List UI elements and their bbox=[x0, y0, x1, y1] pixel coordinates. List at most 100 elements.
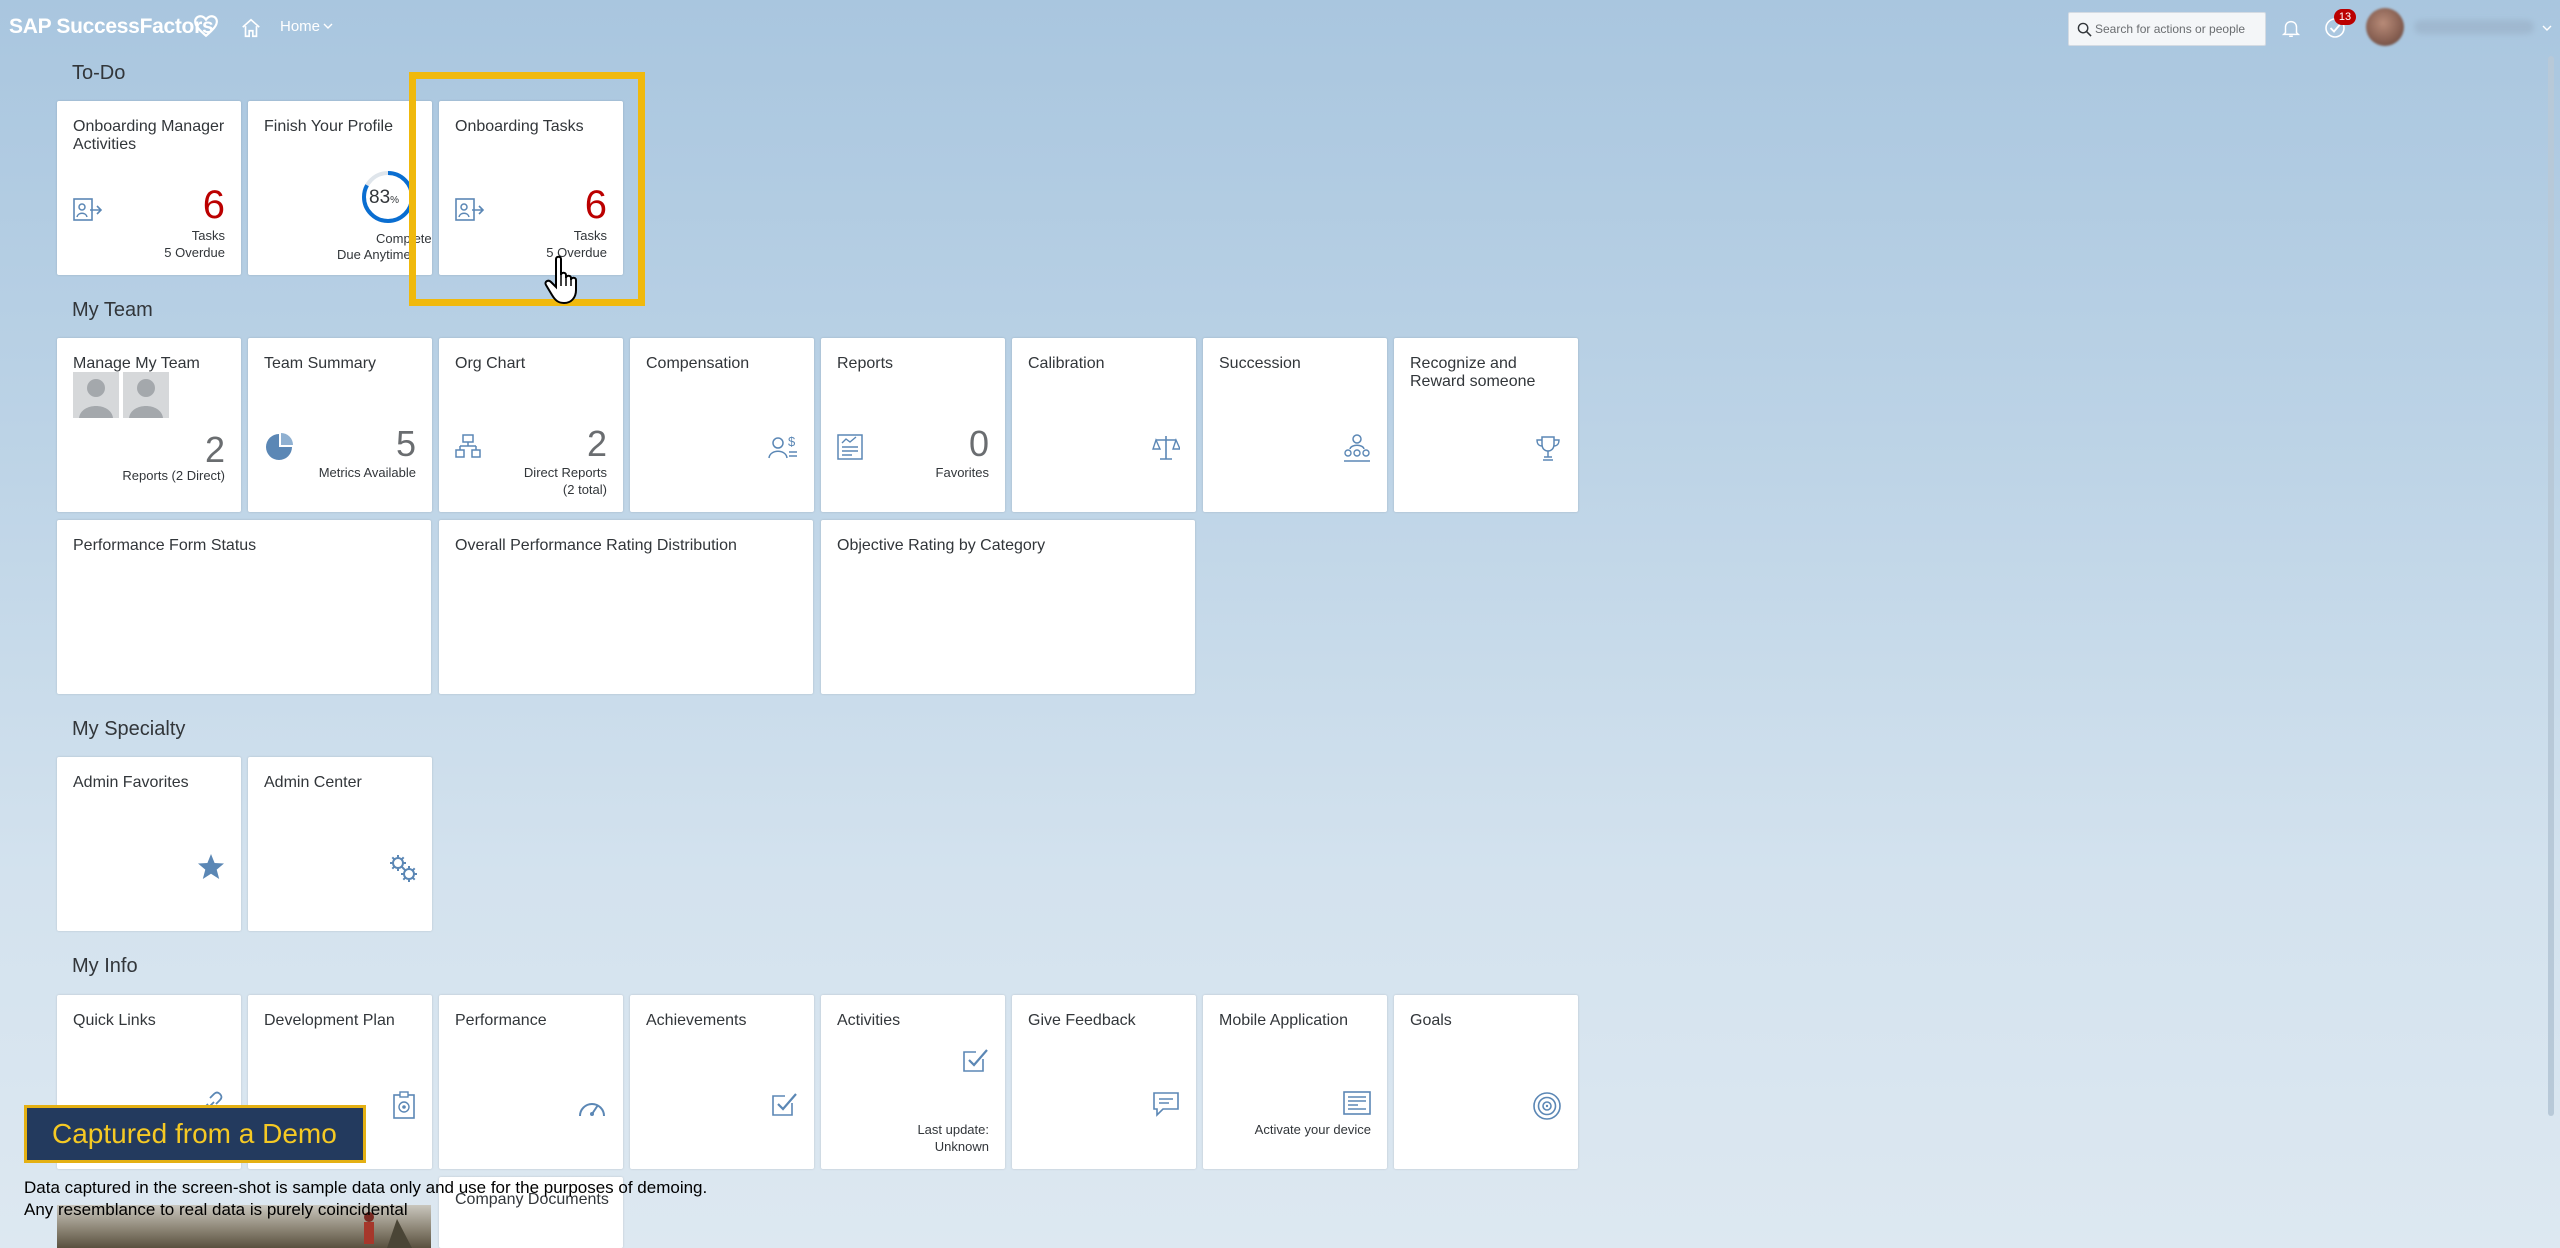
gears-icon bbox=[390, 855, 417, 882]
achievement-check-icon bbox=[772, 1093, 797, 1116]
heart-icon bbox=[194, 15, 218, 38]
tile-activities[interactable]: Activities Last update: Unknown bbox=[821, 995, 1005, 1169]
tile-sub: Metrics Available bbox=[318, 465, 416, 480]
tile-objective-rating-category[interactable]: Objective Rating by Category bbox=[821, 520, 1195, 694]
tile-give-feedback[interactable]: Give Feedback bbox=[1012, 995, 1196, 1169]
report-icon bbox=[837, 434, 863, 460]
org-chart-icon bbox=[455, 434, 481, 458]
team-photos-icon bbox=[73, 372, 169, 418]
tile-calibration[interactable]: Calibration bbox=[1012, 338, 1196, 512]
section-title-my-specialty: My Specialty bbox=[72, 718, 186, 740]
tile-title: Admin Center bbox=[264, 774, 362, 791]
tile-title: Reports bbox=[837, 355, 894, 372]
tile-title: Quick Links bbox=[73, 1012, 156, 1029]
profile-due: Due Anytime bbox=[337, 247, 411, 262]
tile-title: Compensation bbox=[646, 355, 750, 372]
hand-cursor-icon bbox=[544, 255, 577, 305]
person-transfer-icon bbox=[73, 198, 103, 221]
demo-disclaimer: Data captured in the screen-shot is samp… bbox=[24, 1177, 707, 1221]
chevron-down-icon[interactable] bbox=[2542, 24, 2552, 32]
tile-overdue: 5 Overdue bbox=[164, 245, 225, 260]
tile-title: Succession bbox=[1219, 355, 1301, 372]
tile-unit: Tasks bbox=[191, 228, 225, 243]
search-input[interactable] bbox=[2095, 19, 2261, 39]
sap-logo[interactable]: SAP SuccessFactors bbox=[9, 15, 214, 39]
tile-achievements[interactable]: Achievements bbox=[630, 995, 814, 1169]
tile-goals[interactable]: Goals bbox=[1394, 995, 1578, 1169]
highlight-frame bbox=[409, 72, 645, 306]
tile-sub: Last update: bbox=[917, 1122, 989, 1137]
tile-sub: Activate your device bbox=[1254, 1122, 1371, 1137]
tile-title: Performance Form Status bbox=[73, 537, 257, 554]
tile-title: Development Plan bbox=[264, 1012, 395, 1029]
tile-title: Performance bbox=[455, 1012, 547, 1029]
disclaimer-line: Any resemblance to real data is purely c… bbox=[24, 1200, 408, 1219]
trophy-icon bbox=[1536, 436, 1560, 461]
pie-chart-icon bbox=[266, 433, 293, 460]
shell-header: SAP SuccessFactors Home 13 bbox=[0, 0, 2560, 56]
section-title-my-info: My Info bbox=[72, 955, 138, 977]
tile-org-chart[interactable]: Org Chart 2 Direct Reports (2 total) bbox=[439, 338, 623, 512]
clipboard-icon bbox=[393, 1091, 415, 1119]
activity-check-icon bbox=[963, 1049, 988, 1072]
tile-manage-my-team[interactable]: Manage My Team 2 Reports (2 Direct) bbox=[57, 338, 241, 512]
notification-badge: 13 bbox=[2334, 9, 2356, 25]
home-icon[interactable] bbox=[240, 17, 262, 39]
tile-performance[interactable]: Performance bbox=[439, 995, 623, 1169]
tile-mobile-application[interactable]: Mobile Application Activate your device bbox=[1203, 995, 1387, 1169]
tile-title: Finish Your Profile bbox=[264, 118, 393, 135]
tile-admin-center[interactable]: Admin Center bbox=[248, 757, 432, 931]
tile-compensation[interactable]: Compensation $ bbox=[630, 338, 814, 512]
tile-title: Manage My Team bbox=[73, 355, 200, 372]
chevron-down-icon[interactable] bbox=[323, 22, 333, 30]
tile-succession[interactable]: Succession bbox=[1203, 338, 1387, 512]
tile-onboarding-manager-activities[interactable]: Onboarding Manager Activities 6 Tasks 5 … bbox=[57, 101, 241, 275]
scale-icon bbox=[1152, 436, 1180, 460]
tile-count: 6 bbox=[202, 183, 225, 227]
device-icon bbox=[1343, 1091, 1371, 1115]
tile-count: 2 bbox=[204, 429, 225, 470]
tile-sub: Favorites bbox=[935, 465, 989, 480]
user-avatar[interactable] bbox=[2366, 8, 2404, 46]
bell-icon[interactable] bbox=[2280, 16, 2302, 40]
tile-title: Org Chart bbox=[455, 355, 526, 372]
tile-sub: Direct Reports bbox=[523, 465, 607, 480]
profile-percent: 83% bbox=[369, 187, 399, 209]
feedback-icon bbox=[1153, 1092, 1179, 1117]
tile-admin-favorites[interactable]: Admin Favorites bbox=[57, 757, 241, 931]
tile-title: Goals bbox=[1410, 1012, 1452, 1029]
tile-finish-your-profile[interactable]: Finish Your Profile 83% Completed Due An… bbox=[248, 101, 432, 275]
tile-reports[interactable]: Reports 0 Favorites bbox=[821, 338, 1005, 512]
tile-performance-form-status[interactable]: Performance Form Status bbox=[57, 520, 431, 694]
tile-count: 2 bbox=[586, 423, 607, 464]
tile-title: Activities bbox=[837, 1012, 901, 1029]
tile-title: Team Summary bbox=[264, 355, 377, 372]
tile-title: Recognize and Reward someone bbox=[1410, 355, 1536, 390]
scrollbar[interactable] bbox=[2548, 56, 2554, 1116]
tile-recognize-reward[interactable]: Recognize and Reward someone bbox=[1394, 338, 1578, 512]
demo-banner: Captured from a Demo bbox=[24, 1105, 366, 1163]
compensation-icon: $ bbox=[768, 434, 797, 459]
tile-team-summary[interactable]: Team Summary 5 Metrics Available bbox=[248, 338, 432, 512]
tile-title: Achievements bbox=[646, 1012, 747, 1029]
user-name-blurred[interactable] bbox=[2414, 20, 2534, 34]
tile-title: Onboarding Manager Activities bbox=[73, 118, 225, 153]
tile-sub: Unknown bbox=[934, 1139, 989, 1154]
tile-title: Give Feedback bbox=[1028, 1012, 1136, 1029]
home-menu[interactable]: Home bbox=[280, 18, 320, 35]
disclaimer-line: Data captured in the screen-shot is samp… bbox=[24, 1178, 708, 1197]
search-icon bbox=[2077, 22, 2092, 37]
target-icon bbox=[1533, 1092, 1561, 1120]
profile-percent-unit: % bbox=[390, 195, 400, 206]
section-title-todo: To-Do bbox=[72, 62, 126, 84]
tile-overall-performance-rating[interactable]: Overall Performance Rating Distribution bbox=[439, 520, 813, 694]
tile-title: Admin Favorites bbox=[73, 774, 189, 791]
star-icon bbox=[198, 854, 224, 879]
tile-title: Overall Performance Rating Distribution bbox=[455, 537, 737, 554]
tile-title: Objective Rating by Category bbox=[837, 537, 1046, 554]
profile-percent-value: 83 bbox=[369, 187, 391, 208]
tile-sub: Reports (2 Direct) bbox=[122, 468, 225, 483]
section-title-my-team: My Team bbox=[72, 299, 153, 321]
tile-title: Mobile Application bbox=[1219, 1012, 1348, 1029]
search-field[interactable] bbox=[2068, 12, 2266, 46]
